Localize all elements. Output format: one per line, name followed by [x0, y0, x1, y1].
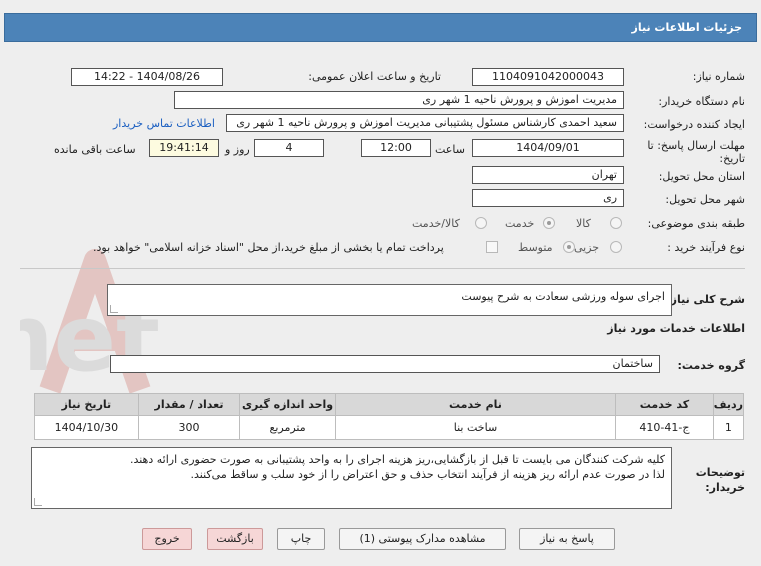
buyer-notes-line-2: لذا در صورت عدم ارائه ریز هزینه از فرآین…	[190, 468, 665, 481]
buyer-field: مدیریت اموزش و پرورش ناحیه 1 شهر ری	[174, 91, 624, 109]
cell-date: 1404/10/30	[34, 415, 139, 440]
summary-textarea[interactable]: اجرای سوله ورزشی سعادت به شرح پیوست	[107, 284, 672, 316]
deadline-label-date: تاریخ:	[719, 152, 745, 165]
buyer-notes-textarea[interactable]: کلیه شرکت کنندگان می بایست تا قبل از باز…	[31, 447, 672, 509]
services-section-title: اطلاعات خدمات مورد نیاز	[607, 322, 745, 335]
province-label: استان محل تحویل:	[658, 170, 745, 183]
exit-button[interactable]: خروج	[142, 528, 192, 550]
watermark-logo: AriaTender.net	[20, 249, 160, 394]
category-option-goods: کالا	[576, 217, 591, 230]
buyer-notes-label: توضیحات	[695, 466, 745, 479]
service-group-label: گروه خدمت:	[677, 359, 745, 372]
days-remaining-field: 4	[254, 139, 324, 157]
table-row: 1 ج-41-410 ساخت بنا مترمربع 300 1404/10/…	[34, 415, 745, 440]
city-field: ری	[472, 189, 624, 207]
remaining-time-label: ساعت باقی مانده	[54, 143, 136, 156]
col-row: ردیف	[712, 393, 745, 416]
buyer-contact-link[interactable]: اطلاعات تماس خریدار	[113, 117, 215, 130]
summary-text: اجرای سوله ورزشی سعادت به شرح پیوست	[461, 290, 665, 303]
table-header-row: ردیف کد خدمت نام خدمت واحد اندازه گیری ت…	[34, 393, 745, 416]
buyer-notes-label-2: خریدار:	[705, 481, 745, 494]
cell-unit: مترمربع	[239, 415, 336, 440]
creator-field: سعید احمدی کارشناس مسئول پشتیبانی مدیریت…	[226, 114, 624, 132]
resize-handle-icon[interactable]	[110, 305, 118, 313]
process-radio-minor[interactable]	[610, 241, 622, 253]
deadline-time-field: 12:00	[361, 139, 431, 157]
deadline-date-field: 1404/09/01	[472, 139, 624, 157]
category-radio-service[interactable]	[543, 217, 555, 229]
col-date: تاریخ نیاز	[34, 393, 139, 416]
buyer-label: نام دستگاه خریدار:	[658, 95, 745, 108]
remaining-time-field: 19:41:14	[149, 139, 219, 157]
cell-code: ج-41-410	[615, 415, 714, 440]
page-header: جزئیات اطلاعات نیاز	[4, 13, 757, 42]
cell-qty: 300	[137, 415, 241, 440]
page-title: جزئیات اطلاعات نیاز	[631, 21, 743, 34]
treasury-payment-checkbox[interactable]	[486, 241, 498, 253]
days-label: روز و	[225, 143, 250, 156]
treasury-payment-note: پرداخت تمام یا بخشی از مبلغ خرید،از محل …	[93, 241, 444, 254]
service-group-field: ساختمان	[110, 355, 660, 373]
col-name: نام خدمت	[334, 393, 617, 416]
category-option-goods-service: کالا/خدمت	[412, 217, 460, 230]
category-label: طبقه بندی موضوعی:	[647, 217, 745, 230]
process-radio-medium[interactable]	[563, 241, 575, 253]
col-unit: واحد اندازه گیری	[239, 393, 336, 416]
print-button[interactable]: چاپ	[277, 528, 325, 550]
need-number-field: 1104091042000043	[472, 68, 624, 86]
reply-button[interactable]: پاسخ به نیاز	[519, 528, 615, 550]
creator-label: ایجاد کننده درخواست:	[643, 118, 745, 131]
category-radio-goods-service[interactable]	[475, 217, 487, 229]
announce-date-field: 1404/08/26 - 14:22	[71, 68, 223, 86]
resize-handle-icon[interactable]	[34, 498, 42, 506]
category-option-service: خدمت	[505, 217, 535, 230]
section-divider	[20, 268, 745, 269]
process-label: نوع فرآیند خرید :	[667, 241, 745, 254]
cell-row: 1	[712, 415, 745, 440]
services-table: ردیف کد خدمت نام خدمت واحد اندازه گیری ت…	[34, 393, 745, 440]
col-code: کد خدمت	[615, 393, 714, 416]
deadline-time-label: ساعت	[435, 143, 465, 156]
buyer-notes-line-1: کلیه شرکت کنندگان می بایست تا قبل از باز…	[129, 453, 665, 466]
cell-name: ساخت بنا	[334, 415, 617, 440]
process-option-minor: جزیی	[574, 241, 600, 254]
announce-date-label: تاریخ و ساعت اعلان عمومی:	[308, 70, 441, 83]
process-option-medium: متوسط	[518, 241, 553, 254]
view-attachments-button[interactable]: مشاهده مدارک پیوستی (1)	[339, 528, 506, 550]
city-label: شهر محل تحویل:	[665, 193, 745, 206]
summary-label: شرح کلی نیاز:	[666, 293, 745, 306]
back-button[interactable]: بازگشت	[207, 528, 263, 550]
category-radio-goods[interactable]	[610, 217, 622, 229]
need-number-label: شماره نیاز:	[692, 70, 745, 83]
province-field: تهران	[472, 166, 624, 184]
deadline-label: مهلت ارسال پاسخ: تا	[647, 139, 745, 152]
col-qty: تعداد / مقدار	[137, 393, 241, 416]
